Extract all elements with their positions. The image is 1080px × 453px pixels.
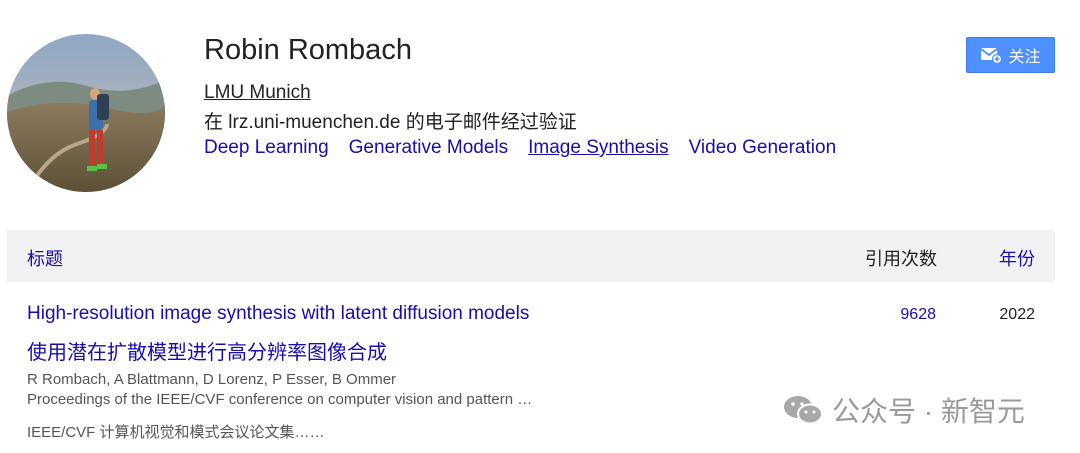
watermark-text: 公众号 · 新智元 [832,396,1025,427]
publication-year: 2022 [999,306,1035,323]
follow-label: 关注 [1008,49,1041,66]
watermark: 公众号 · 新智元 [782,390,1025,430]
verified-email: 在 lrz.uni-muenchen.de 的电子邮件经过验证 [204,112,577,133]
header-year[interactable]: 年份 [999,245,1035,271]
avatar [7,34,165,192]
citation-count-link[interactable]: 9628 [900,306,936,324]
interest-image-synthesis[interactable]: Image Synthesis [528,137,668,159]
header-citations: 引用次数 [865,249,937,269]
paper-title-link[interactable]: High-resolution image synthesis with lat… [27,303,529,325]
follow-button[interactable]: 关注 [966,37,1055,73]
affiliation-link[interactable]: LMU Munich [204,82,311,104]
interest-generative-models[interactable]: Generative Models [349,137,508,159]
paper-title-translation: 使用潜在扩散模型进行高分辨率图像合成 [27,342,387,364]
paper-venue-translation: IEEE/CVF 计算机视觉和模式会议论文集…… [27,424,325,441]
interest-video-generation[interactable]: Video Generation [689,137,837,159]
paper-authors: R Rombach, A Blattmann, D Lorenz, P Esse… [27,371,397,388]
paper-venue: Proceedings of the IEEE/CVF conference o… [27,391,533,408]
research-interests: Deep Learning Generative Models Image Sy… [204,137,836,159]
avatar-photo [7,34,165,192]
profile-name: Robin Rombach [204,34,412,66]
wechat-icon [784,396,823,425]
header-title[interactable]: 标题 [27,245,63,271]
interest-deep-learning[interactable]: Deep Learning [204,137,329,159]
table-header: 标题 引用次数 年份 [7,230,1055,282]
envelope-plus-icon [980,48,1003,64]
